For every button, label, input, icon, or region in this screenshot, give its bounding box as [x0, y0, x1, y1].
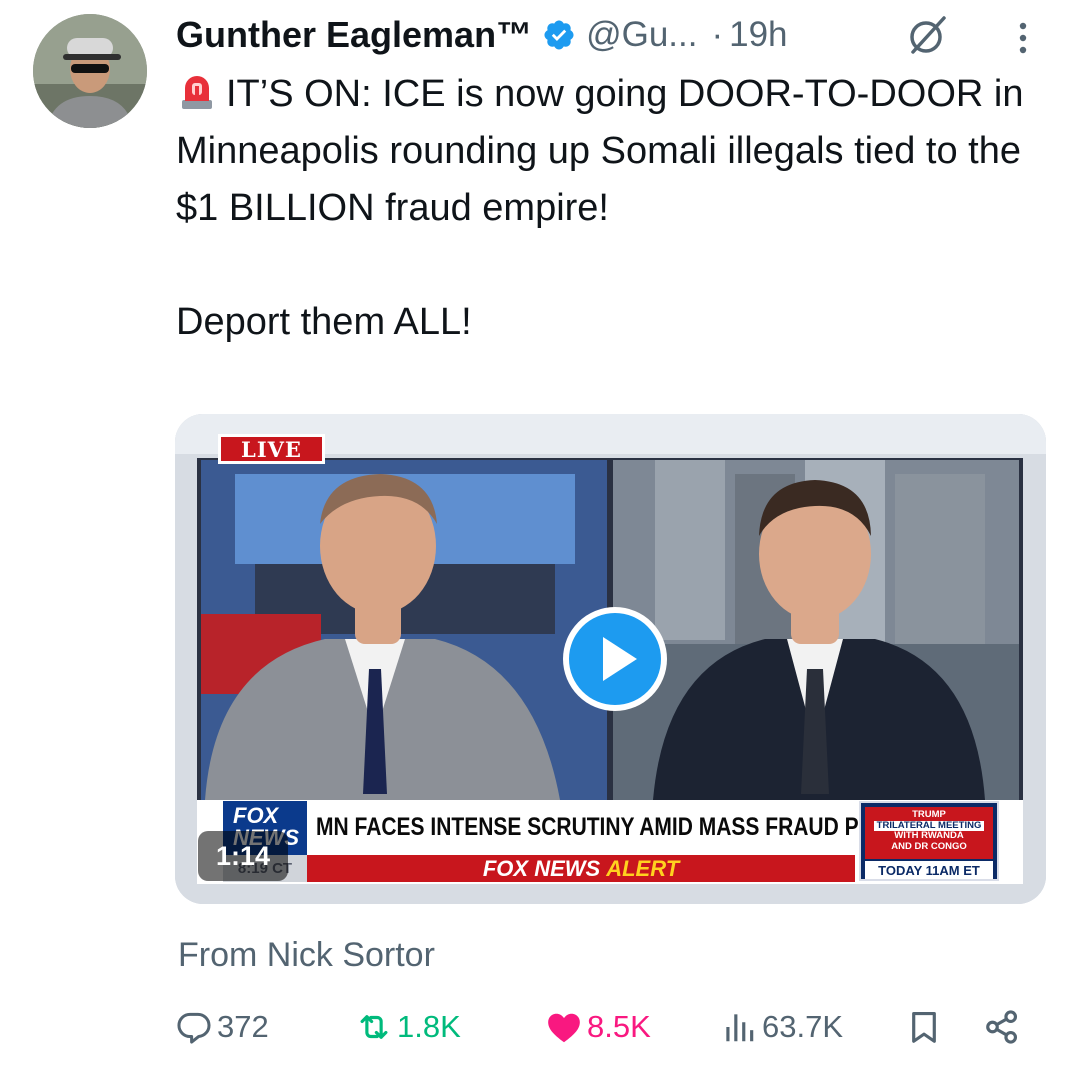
author-handle[interactable]: @Gu...	[586, 15, 697, 55]
reply-count: 372	[217, 1009, 269, 1044]
author-avatar[interactable]	[33, 14, 147, 128]
side-promo-panel: TRUMP TRILATERAL MEETING WITH RWANDA AND…	[859, 801, 999, 881]
news-headline: MN FACES INTENSE SCRUTINY AMID MASS FRAU…	[311, 801, 933, 853]
news-alert-word: ALERT	[606, 855, 680, 881]
news-alert-label: FOX NEWS	[482, 855, 601, 881]
share-button[interactable]	[983, 1004, 1021, 1050]
share-icon	[986, 1010, 1018, 1044]
like-button[interactable]: 8.5K	[545, 1004, 651, 1050]
retweet-count: 1.8K	[397, 1009, 461, 1044]
tweet-header: Gunther Eagleman™ @Gu... · 19h	[176, 10, 1056, 60]
video-duration: 1:14	[198, 831, 288, 881]
author-name[interactable]: Gunther Eagleman™	[176, 14, 532, 56]
rotating-light-emoji	[182, 76, 212, 109]
play-icon[interactable]	[561, 605, 669, 713]
side-promo-upper: TRUMP TRILATERAL MEETING WITH RWANDA AND…	[865, 807, 993, 859]
reply-button[interactable]: 372	[175, 1004, 269, 1050]
live-badge: LIVE	[218, 434, 325, 464]
tweet-timestamp[interactable]: 19h	[729, 15, 787, 55]
news-alert-bar: FOX NEWS ALERT	[307, 855, 855, 882]
side-promo-time: TODAY 11AM ET	[865, 861, 993, 879]
avatar-image	[33, 14, 147, 128]
verified-badge-icon[interactable]	[542, 18, 576, 52]
views-bar-chart-icon	[726, 1014, 754, 1042]
views-button[interactable]: 63.7K	[720, 1004, 843, 1050]
reply-bubble-icon	[177, 1012, 211, 1044]
tweet-paragraph-1: IT’S ON: ICE is now going DOOR-TO-DOOR i…	[176, 66, 1056, 237]
more-vertical-icon[interactable]	[1011, 18, 1035, 58]
side-promo-line1: TRUMP	[912, 809, 946, 820]
video-player[interactable]: LIVE FOX NEWS 8:19 CT MN FACES INTENSE S…	[175, 414, 1046, 904]
bookmark-button[interactable]	[905, 1004, 943, 1050]
grok-icon[interactable]	[904, 12, 950, 58]
tweet-text: IT’S ON: ICE is now going DOOR-TO-DOOR i…	[176, 66, 1056, 351]
tweet-paragraph-1-text: IT’S ON: ICE is now going DOOR-TO-DOOR i…	[176, 73, 1024, 229]
views-count: 63.7K	[762, 1009, 844, 1044]
video-attribution[interactable]: From Nick Sortor	[178, 930, 435, 980]
side-promo-line4: AND DR CONGO	[891, 840, 967, 852]
bookmark-icon	[912, 1011, 936, 1043]
separator-dot: ·	[711, 15, 724, 54]
retweet-button[interactable]: 1.8K	[355, 1004, 461, 1050]
side-promo-line3: WITH RWANDA	[894, 830, 964, 841]
like-count: 8.5K	[587, 1009, 651, 1044]
retweet-icon	[360, 1015, 388, 1039]
tweet-paragraph-2: Deport them ALL!	[176, 301, 472, 343]
heart-icon	[548, 1013, 580, 1043]
